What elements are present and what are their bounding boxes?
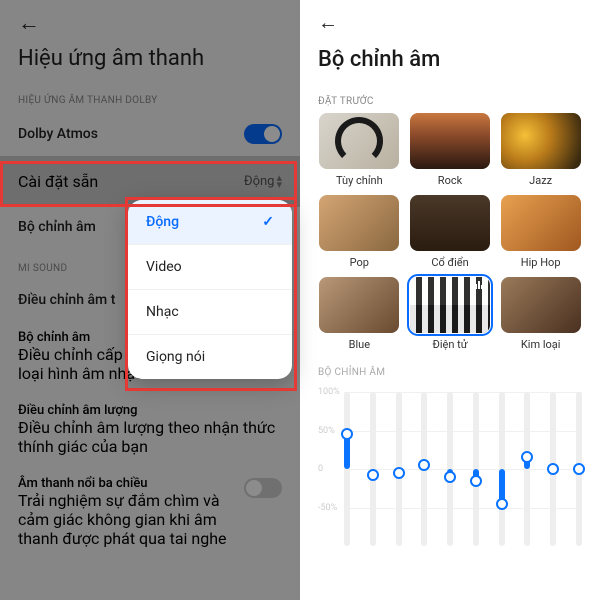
adjust-sound-label: Điều chỉnh âm t: [18, 292, 115, 308]
preset-tile-label: Hip Hop: [521, 256, 561, 269]
dolby-atmos-label: Dolby Atmos: [18, 126, 98, 142]
preset-tile[interactable]: Cổ điển: [409, 195, 492, 269]
sound-effects-screen: ← Hiệu ứng âm thanh HIỆU ỨNG ÂM THANH DO…: [0, 0, 300, 600]
dropdown-item[interactable]: Động ✓: [128, 200, 292, 245]
eq-slider[interactable]: [524, 392, 530, 546]
eq-slider[interactable]: [344, 392, 350, 546]
eq-knob[interactable]: [393, 467, 405, 479]
preset-tile-label: Kim loại: [521, 338, 561, 351]
presets-grid: Tùy chỉnh Rock Jazz Pop Cổ điển Hip Hop Blue Đi…: [300, 113, 600, 351]
preset-thumbnail: [410, 195, 490, 251]
eq-grid-label: 50%: [318, 426, 335, 436]
equalizer-label: Bộ chỉnh âm: [18, 219, 96, 235]
dolby-atmos-row[interactable]: Dolby Atmos: [0, 112, 300, 156]
eq-knob[interactable]: [573, 463, 585, 475]
preset-thumbnail: [319, 113, 399, 169]
preset-value: Động: [244, 174, 275, 189]
eq-grid-label: 0: [318, 464, 323, 474]
dropdown-item-label: Video: [146, 259, 182, 275]
eq-slider[interactable]: [499, 392, 505, 546]
preset-dropdown: Động ✓ Video Nhạc Giọng nói: [128, 200, 292, 379]
check-icon: ✓: [262, 214, 274, 230]
preset-thumbnail: [410, 277, 490, 333]
preset-tile[interactable]: Blue: [318, 277, 401, 351]
dropdown-item-label: Giọng nói: [146, 349, 205, 365]
eq-knob[interactable]: [547, 463, 559, 475]
preset-thumbnail: [319, 277, 399, 333]
preset-tile[interactable]: Hip Hop: [499, 195, 582, 269]
dropdown-item-label: Động: [146, 214, 179, 230]
preset-tile-label: Pop: [350, 256, 369, 269]
eq-knob[interactable]: [444, 471, 456, 483]
surround-row[interactable]: Âm thanh nổi ba chiều Trải nghiệm sự đắm…: [0, 466, 300, 558]
eq-slider[interactable]: [396, 392, 402, 546]
eq-slider[interactable]: [447, 392, 453, 546]
dolby-toggle-on[interactable]: [244, 124, 282, 144]
preset-thumbnail: [501, 277, 581, 333]
section-dolby-label: HIỆU ỨNG ÂM THANH DOLBY: [0, 89, 300, 112]
preset-tile[interactable]: Rock: [409, 113, 492, 187]
eq-badge-icon: [475, 281, 486, 289]
presets-section-label: ĐẶT TRƯỚC: [300, 90, 600, 113]
dropdown-item[interactable]: Video: [128, 245, 292, 290]
preset-tile[interactable]: Pop: [318, 195, 401, 269]
preset-tile-label: Blue: [349, 338, 370, 351]
surround-label: Âm thanh nổi ba chiều: [18, 476, 236, 491]
eq-knob[interactable]: [496, 498, 508, 510]
preset-tile-label: Điện tử: [432, 338, 467, 351]
eq-grid-label: -50%: [318, 503, 337, 513]
eq-knob[interactable]: [367, 469, 379, 481]
back-icon[interactable]: ←: [0, 0, 300, 40]
dropdown-item[interactable]: Nhạc: [128, 290, 292, 335]
volume-sub: Điều chỉnh âm lượng theo nhận thức thính…: [18, 418, 282, 456]
eq-slider[interactable]: [473, 392, 479, 546]
dropdown-item[interactable]: Giọng nói: [128, 335, 292, 379]
eq-slider[interactable]: [421, 392, 427, 546]
equalizer-screen: ← Bộ chỉnh âm ĐẶT TRƯỚC Tùy chỉnh Rock Jaz…: [300, 0, 600, 600]
page-title: Hiệu ứng âm thanh: [0, 40, 300, 89]
eq-section-label: BỘ CHỈNH ÂM: [318, 367, 582, 378]
preset-tile-label: Cổ điển: [431, 256, 468, 269]
preset-thumbnail: [501, 113, 581, 169]
preset-label: Cài đặt sẵn: [18, 172, 98, 191]
preset-tile[interactable]: Điện tử: [409, 277, 492, 351]
eq-knob[interactable]: [418, 459, 430, 471]
eq-area: 100% 50% 0 -50%: [318, 384, 582, 554]
preset-thumbnail: [410, 113, 490, 169]
volume-row[interactable]: Điều chỉnh âm lượng Điều chỉnh âm lượng …: [0, 393, 300, 466]
preset-tile-label: Tùy chỉnh: [336, 174, 383, 187]
eq-grid-label: 100%: [318, 387, 340, 397]
eq-knob[interactable]: [521, 451, 533, 463]
eq-slider[interactable]: [370, 392, 376, 546]
back-icon[interactable]: ←: [300, 0, 600, 39]
dropdown-item-label: Nhạc: [146, 304, 179, 320]
preset-thumbnail: [501, 195, 581, 251]
eq-knob[interactable]: [470, 475, 482, 487]
eq-knob[interactable]: [341, 428, 353, 440]
preset-tile[interactable]: Tùy chỉnh: [318, 113, 401, 187]
surround-toggle-off[interactable]: [244, 478, 282, 498]
eq-slider[interactable]: [576, 392, 582, 546]
preset-thumbnail: [319, 195, 399, 251]
preset-tile[interactable]: Kim loại: [499, 277, 582, 351]
surround-sub: Trải nghiệm sự đắm chìm và cảm giác khôn…: [18, 491, 236, 548]
preset-tile-label: Jazz: [529, 174, 552, 187]
preset-tile[interactable]: Jazz: [499, 113, 582, 187]
page-title: Bộ chỉnh âm: [300, 39, 600, 90]
chevron-updown-icon: ▴▾: [276, 175, 282, 188]
volume-label: Điều chỉnh âm lượng: [18, 403, 282, 418]
eq-slider[interactable]: [550, 392, 556, 546]
preset-tile-label: Rock: [438, 174, 462, 187]
